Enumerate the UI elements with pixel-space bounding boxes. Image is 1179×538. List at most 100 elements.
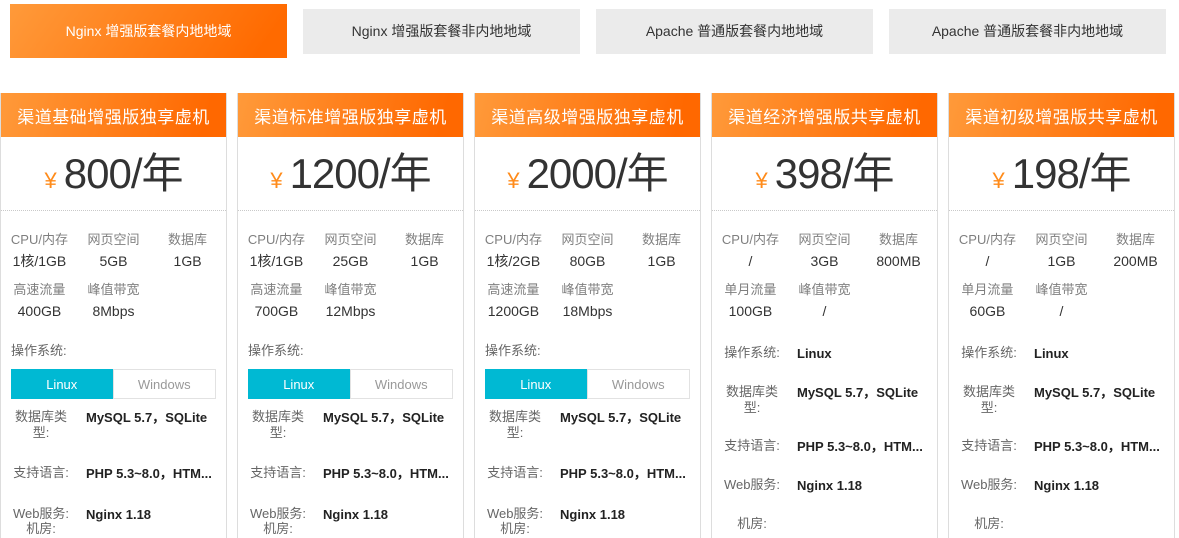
os-windows-button[interactable]: Windows (113, 369, 217, 399)
plan-card-header: 渠道基础增强版独享虚机 (1, 93, 226, 137)
spec-cell: 网页空间5GB (74, 230, 153, 273)
detail-value: MySQL 5.7，SQLite (797, 384, 918, 401)
plan-card-header: 渠道标准增强版独享虚机 (238, 93, 463, 137)
spec-value: 100GB (716, 300, 785, 323)
spec-grid: CPU/内存/网页空间1GB数据库200MB单月流量60GB峰值带宽/ (949, 211, 1174, 323)
spec-cell: 单月流量100GB (716, 280, 785, 323)
plan-card-header: 渠道高级增强版独享虚机 (475, 93, 700, 137)
pricing-page: Nginx 增强版套餐内地地域 Nginx 增强版套餐非内地地域 Apache 普通… (0, 0, 1179, 538)
plan-price: ¥800/年 (1, 137, 226, 210)
detail-row: 数据库类型:MySQL 5.7，SQLite (9, 409, 218, 441)
os-label: 操作系统: (485, 342, 700, 359)
spec-cell: CPU/内存1核/2GB (479, 230, 548, 273)
os-linux-button[interactable]: Linux (248, 369, 350, 399)
tab-plan-0[interactable]: Nginx 增强版套餐内地地域 (10, 4, 287, 58)
spec-value: 700GB (242, 300, 311, 323)
os-linux-button[interactable]: Linux (485, 369, 587, 399)
detail-label: 支持语言: (483, 465, 547, 481)
price-unit: /年 (379, 150, 431, 197)
spec-label: 峰值带宽 (311, 280, 390, 300)
detail-row: 支持语言: PHP 5.3~8.0，HTM... (9, 465, 218, 482)
spec-row: 高速流量400GB峰值带宽8Mbps (5, 280, 222, 323)
spec-value: / (716, 250, 785, 273)
spec-grid: CPU/内存1核/1GB网页空间25GB数据库1GB高速流量700GB峰值带宽1… (238, 211, 463, 323)
spec-value: 1GB (390, 250, 459, 273)
spec-row: CPU/内存1核/2GB网页空间80GB数据库1GB (479, 230, 696, 273)
os-windows-button[interactable]: Windows (587, 369, 691, 399)
detail-row: 机房: (9, 521, 218, 537)
detail-label: 数据库类型: (9, 409, 73, 441)
spec-label: 峰值带宽 (548, 280, 627, 300)
yuan-symbol: ¥ (507, 168, 519, 193)
spec-cell: 高速流量400GB (5, 280, 74, 323)
tab-bar: Nginx 增强版套餐内地地域 Nginx 增强版套餐非内地地域 Apache 普通… (0, 0, 1179, 62)
spec-label: 数据库 (390, 230, 459, 250)
detail-value: PHP 5.3~8.0，HTM... (560, 465, 686, 482)
spec-row: 单月流量100GB峰值带宽/ (716, 280, 933, 323)
spec-label: 数据库 (1101, 230, 1170, 250)
detail-value: PHP 5.3~8.0，HTM... (797, 438, 923, 455)
tab-plan-1[interactable]: Nginx 增强版套餐非内地地域 (303, 9, 580, 54)
spec-cell: 数据库200MB (1101, 230, 1170, 273)
tab-plan-3[interactable]: Apache 普通版套餐非内地地域 (889, 9, 1166, 54)
detail-row: 支持语言:PHP 5.3~8.0，HTM... (957, 438, 1166, 455)
spec-label: 网页空间 (74, 230, 153, 250)
detail-list: 数据库类型:MySQL 5.7，SQLite支持语言:PHP 5.3~8.0，H… (238, 409, 463, 537)
detail-value: Nginx 1.18 (797, 477, 862, 494)
detail-row: Web服务:Nginx 1.18 (957, 477, 1166, 494)
spec-value: 1核/2GB (479, 250, 548, 273)
price-amount: 2000 (527, 150, 616, 197)
spec-cell: 网页空间3GB (785, 230, 864, 273)
detail-label: Web服务: (957, 477, 1021, 493)
spec-value: 18Mbps (548, 300, 627, 323)
detail-label: 机房: (720, 516, 784, 532)
spec-cell: 网页空间25GB (311, 230, 390, 273)
detail-value: PHP 5.3~8.0，HTM... (86, 465, 212, 482)
spec-row: 高速流量1200GB峰值带宽18Mbps (479, 280, 696, 323)
spec-cell: CPU/内存1核/1GB (242, 230, 311, 273)
spec-label: CPU/内存 (242, 230, 311, 250)
os-toggle: LinuxWindows (11, 369, 216, 399)
spec-cell: 峰值带宽/ (785, 280, 864, 323)
detail-row: 数据库类型:MySQL 5.7，SQLite (483, 409, 692, 441)
spec-row: CPU/内存1核/1GB网页空间5GB数据库1GB (5, 230, 222, 273)
detail-value: MySQL 5.7，SQLite (323, 409, 444, 426)
plan-price: ¥1200/年 (238, 137, 463, 210)
spec-label: 高速流量 (479, 280, 548, 300)
plan-card: 渠道经济增强版共享虚机¥398/年CPU/内存/网页空间3GB数据库800MB单… (711, 93, 938, 538)
os-linux-button[interactable]: Linux (11, 369, 113, 399)
tab-plan-2[interactable]: Apache 普通版套餐内地地域 (596, 9, 873, 54)
spec-value: 5GB (74, 250, 153, 273)
spec-value: 1核/1GB (242, 250, 311, 273)
spec-value: 3GB (785, 250, 864, 273)
spec-value: 1核/1GB (5, 250, 74, 273)
spec-cell: 网页空间80GB (548, 230, 627, 273)
os-windows-button[interactable]: Windows (350, 369, 454, 399)
plan-card: 渠道基础增强版独享虚机 ¥800/年 CPU/内存1核/1GB网页空间5GB数据库1… (0, 93, 227, 538)
detail-row: 机房: (957, 516, 1166, 532)
detail-row: 支持语言:PHP 5.3~8.0，HTM... (246, 465, 455, 482)
plan-title: 渠道基础增强版独享虚机 (17, 103, 210, 128)
spec-label: 网页空间 (785, 230, 864, 250)
os-label: 操作系统: (11, 342, 226, 359)
spec-label: 峰值带宽 (74, 280, 153, 300)
detail-row: 支持语言:PHP 5.3~8.0，HTM... (720, 438, 929, 455)
detail-row: 支持语言: PHP 5.3~8.0，HTM... (483, 465, 692, 482)
spec-cell: CPU/内存/ (953, 230, 1022, 273)
detail-list: 数据库类型:MySQL 5.7，SQLite 支持语言: PHP 5.3~8.0，H… (475, 409, 700, 537)
detail-row: Web服务:Nginx 1.18 (720, 477, 929, 494)
detail-label: Web服务: (246, 506, 310, 522)
plan-card-header: 渠道经济增强版共享虚机 (712, 93, 937, 137)
os-row: 操作系统:Linux (957, 345, 1166, 362)
spec-value: 8Mbps (74, 300, 153, 323)
plan-card: 渠道高级增强版独享虚机¥2000/年CPU/内存1核/2GB网页空间80GB数据… (474, 93, 701, 538)
detail-label: 支持语言: (9, 465, 73, 481)
plan-price: ¥2000/年 (475, 137, 700, 210)
spec-value: 80GB (548, 250, 627, 273)
price-amount: 1200 (290, 150, 379, 197)
detail-row: 机房: (483, 521, 692, 537)
os-label: 操作系统: (720, 345, 784, 361)
plan-title: 渠道标准增强版独享虚机 (254, 103, 447, 128)
detail-label: 机房: (246, 521, 310, 537)
spec-cell: CPU/内存1核/1GB (5, 230, 74, 273)
